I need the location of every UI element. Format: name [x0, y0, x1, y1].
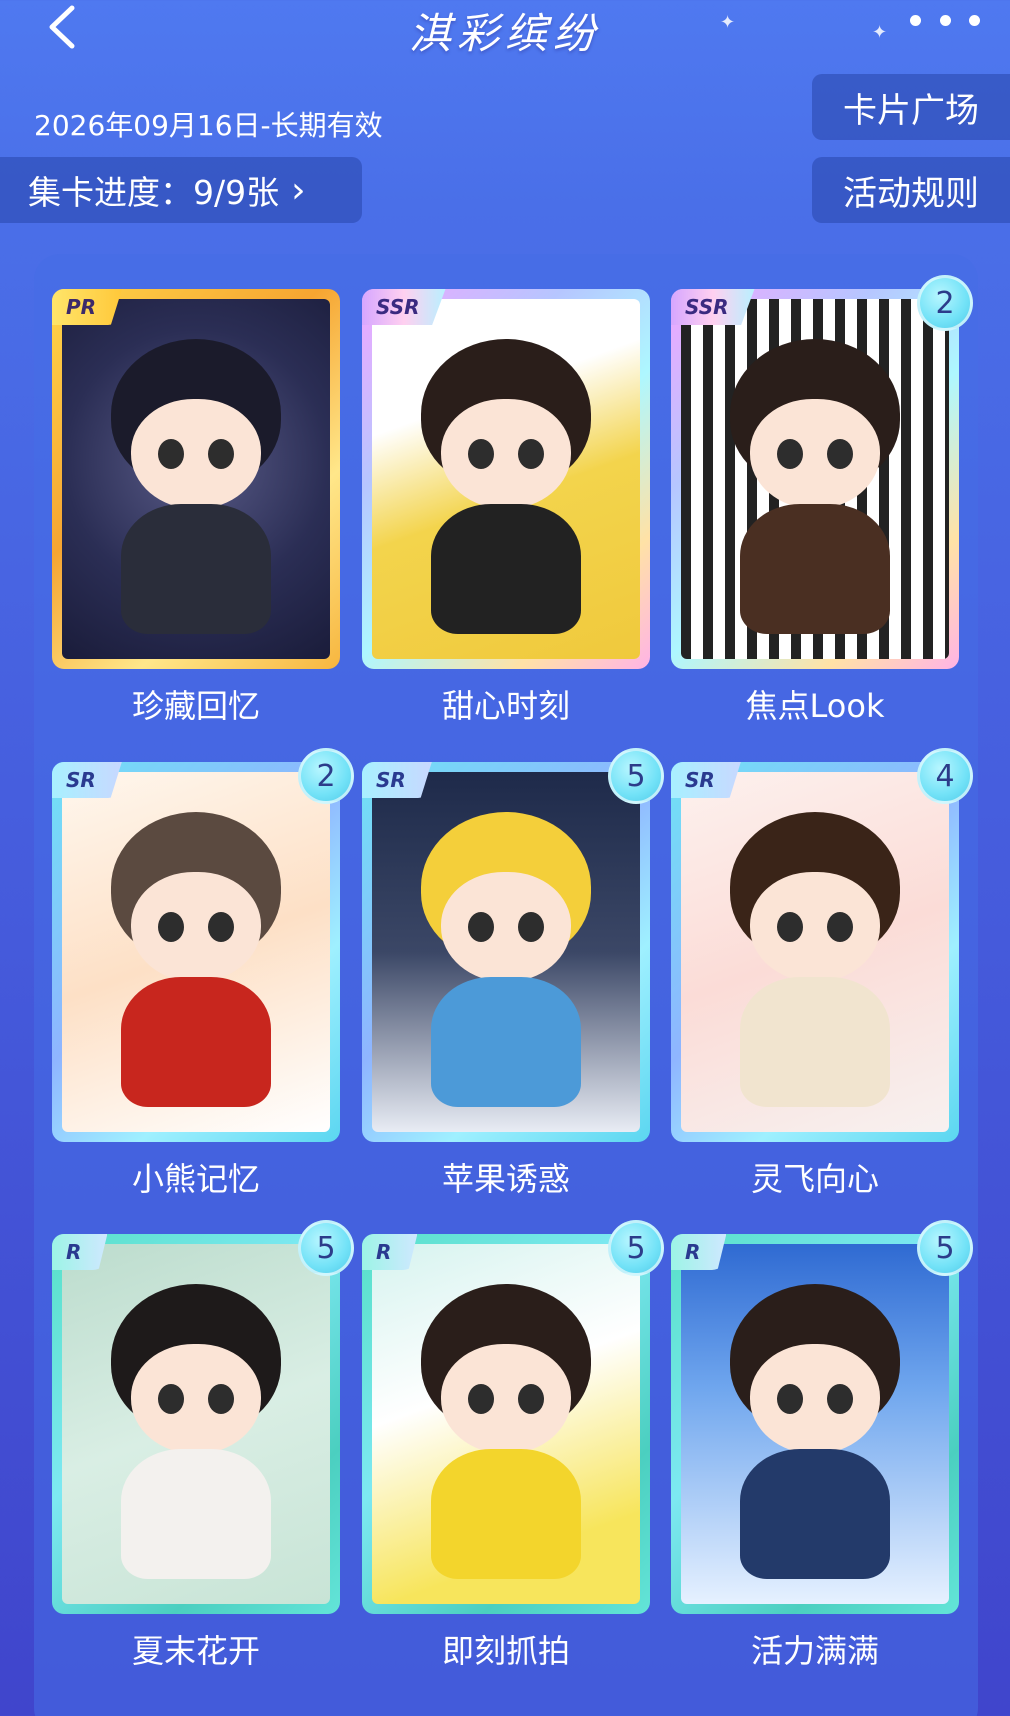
- rarity-badge: R: [671, 1234, 727, 1270]
- collection-progress-button[interactable]: 集卡进度：9/9张 ›: [0, 157, 362, 223]
- card-count-badge: 2: [298, 748, 354, 804]
- card-name: 苹果诱惑: [441, 1160, 570, 1198]
- rarity-badge: PR: [52, 289, 123, 325]
- card-frame: [52, 762, 340, 1142]
- card-name: 小熊记忆: [131, 1160, 260, 1198]
- card-artwork: [62, 1244, 330, 1604]
- rarity-badge: SSR: [671, 289, 755, 325]
- card-artwork: [681, 1244, 949, 1604]
- validity-text: 2026年09月16日-长期有效: [34, 109, 383, 142]
- card-name: 甜心时刻: [441, 687, 570, 725]
- card-artwork: [372, 772, 640, 1132]
- heart-icon: ♥: [595, 307, 626, 347]
- card-count-badge: 5: [298, 1220, 354, 1276]
- chevron-right-icon: ›: [291, 169, 306, 211]
- card-count-badge: 5: [608, 1220, 664, 1276]
- card-frame: [362, 1234, 650, 1614]
- card-name: 即刻抓拍: [441, 1632, 570, 1670]
- rarity-badge: SR: [52, 762, 122, 798]
- dot-icon: [969, 14, 980, 26]
- page-title: 淇彩缤纷: [408, 9, 601, 58]
- dot-icon: [939, 14, 951, 26]
- dot-icon: [910, 14, 921, 26]
- card-frame: [671, 1234, 959, 1614]
- card-frame: ♥: [362, 289, 650, 669]
- card-item[interactable]: SR 5 苹果诱惑: [362, 748, 664, 1198]
- card-item[interactable]: SSR 2 焦点Look: [671, 275, 973, 725]
- card-artwork: [681, 772, 949, 1132]
- more-options-button[interactable]: [910, 6, 980, 34]
- card-count-badge: 5: [608, 748, 664, 804]
- rarity-badge: SSR: [362, 289, 446, 325]
- rarity-badge: R: [52, 1234, 108, 1270]
- card-item[interactable]: SR 4 灵飞向心: [671, 748, 973, 1198]
- activity-rules-button[interactable]: 活动规则: [812, 157, 1010, 223]
- card-frame: [671, 289, 959, 669]
- card-item[interactable]: R 5 活力满满: [671, 1220, 973, 1670]
- card-name: 活力满满: [750, 1632, 879, 1670]
- card-frame: [52, 1234, 340, 1614]
- card-name: 珍藏回忆: [131, 687, 260, 725]
- card-item[interactable]: ♥ SSR 甜心时刻: [362, 289, 650, 725]
- card-frame: [671, 762, 959, 1142]
- rarity-badge: R: [362, 1234, 418, 1270]
- card-count-badge: 4: [917, 748, 973, 804]
- card-item[interactable]: PR 珍藏回忆: [52, 289, 340, 725]
- card-collection-panel: PR 珍藏回忆 ♥ SSR 甜心时刻 SSR 2 焦点Look SR 2 小熊记…: [34, 254, 978, 1716]
- card-frame: [52, 289, 340, 669]
- card-artwork: [372, 1244, 640, 1604]
- card-artwork: [62, 299, 330, 659]
- card-artwork: [62, 772, 330, 1132]
- card-name: 焦点Look: [745, 687, 885, 725]
- card-frame: [362, 762, 650, 1142]
- card-square-button[interactable]: 卡片广场: [812, 74, 1010, 140]
- progress-label: 集卡进度：9/9张: [28, 173, 280, 212]
- card-name: 灵飞向心: [750, 1160, 879, 1198]
- card-name: 夏末花开: [131, 1632, 260, 1670]
- card-artwork: [681, 299, 949, 659]
- card-count-badge: 5: [917, 1220, 973, 1276]
- card-item[interactable]: R 5 即刻抓拍: [362, 1220, 664, 1670]
- rarity-badge: SR: [671, 762, 741, 798]
- card-artwork: ♥: [372, 299, 640, 659]
- card-item[interactable]: R 5 夏末花开: [52, 1220, 354, 1670]
- rarity-badge: SR: [362, 762, 432, 798]
- card-count-badge: 2: [917, 275, 973, 331]
- card-item[interactable]: SR 2 小熊记忆: [52, 748, 354, 1198]
